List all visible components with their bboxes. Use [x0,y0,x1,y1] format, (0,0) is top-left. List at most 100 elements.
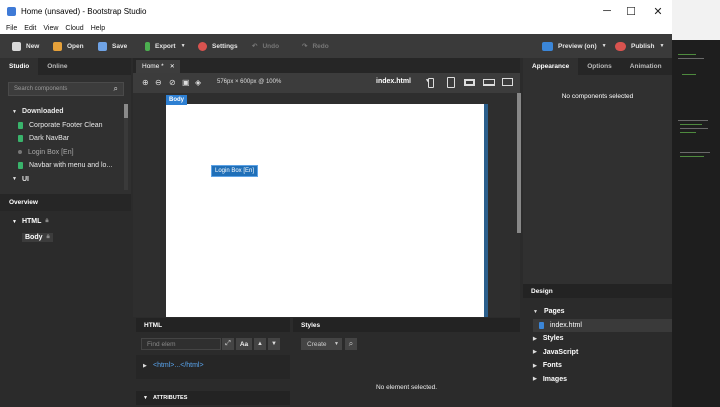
component-tree: ▼ Downloaded Corporate Footer Clean Dark… [0,105,131,186]
component-item[interactable]: Login Box [En] [0,146,131,160]
caret-right-icon: ▶ [143,363,147,369]
menu-edit[interactable]: Edit [24,25,36,32]
undo-icon: ↶ [252,43,258,50]
search-icon[interactable]: ⌕ [345,338,357,350]
open-button[interactable]: Open [53,34,84,58]
html-tree: ▶ <html>...</html> [136,355,290,379]
design-images-group[interactable]: ▶ Images [523,373,672,387]
tree-group-downloaded[interactable]: ▼ Downloaded [0,105,131,119]
publish-button[interactable]: Publish ▼ [615,34,664,58]
chevron-up-icon[interactable]: ▲ [254,338,266,350]
login-box-component[interactable]: Login Box [En] [211,165,259,177]
tab-studio[interactable]: Studio [0,58,39,75]
tab-home[interactable]: Home * ✕ [136,60,180,73]
caret-down-icon: ▼ [12,108,17,115]
caret-down-icon: ▼ [12,176,17,183]
find-element-input[interactable]: Find elem [141,338,221,350]
redo-button[interactable]: ↷ Redo [302,34,329,58]
body-tag-label[interactable]: Body [166,95,187,105]
no-element-message: No element selected. [375,384,438,391]
chevron-down-icon[interactable]: ▼ [331,338,342,350]
new-button[interactable]: New [12,34,39,58]
component-icon [18,135,23,143]
canvas-size-label[interactable]: 576px × 600px @ 100% [217,79,281,85]
right-panel-tabs: Appearance Options Animation [523,58,672,75]
desktop-icon[interactable] [502,78,513,86]
create-style-button[interactable]: Create [301,338,333,350]
overview-body-node[interactable]: Body 🔒︎ [22,233,53,242]
menu-cloud[interactable]: Cloud [65,25,83,32]
component-item[interactable]: Navbar with menu and lo... [0,159,131,173]
layers-icon[interactable]: ◈ [195,78,201,87]
export-icon [145,41,150,51]
caret-down-icon: ▼ [12,218,17,225]
page-item-index[interactable]: index.html [533,318,672,332]
save-icon [98,41,107,51]
overview-html-node[interactable]: ▼ HTML 🔒︎ [12,218,49,225]
tab-animation[interactable]: Animation [621,58,671,75]
html-panel: HTML Find elem ⤢ Aa ▲ ▼ ▶ <html>...</htm… [136,318,290,407]
caret-right-icon: ▶ [533,349,537,356]
file-select[interactable]: index.html [376,78,411,85]
app-window: Home (unsaved) - Bootstrap Studio ─ ☐ ✕ … [0,0,672,407]
save-button[interactable]: Save [98,34,127,58]
pick-element-icon[interactable]: ⤢ [222,338,234,350]
design-styles-group[interactable]: ▶ Styles [523,332,672,346]
undo-button[interactable]: ↶ Undo [252,34,279,58]
close-tab-icon[interactable]: ✕ [170,63,175,70]
tablet-icon[interactable] [447,77,455,88]
tree-group-ui[interactable]: ▼ UI [0,173,131,187]
tablet-landscape-icon[interactable] [464,79,475,86]
background-code-window [672,40,720,407]
settings-button[interactable]: Settings [198,34,238,58]
preview-button[interactable]: Preview (on) ▼ [542,34,607,58]
component-icon [18,162,23,170]
overview-tree: ▼ HTML 🔒︎ Body 🔒︎ [0,211,131,407]
export-button[interactable]: Export ▼ [145,34,186,58]
zoom-in-icon[interactable]: ⊕ [142,78,149,87]
caret-down-icon: ▼ [533,308,538,315]
design-pages-group[interactable]: ▼ Pages [523,305,672,319]
component-item[interactable]: Corporate Footer Clean [0,119,131,133]
attributes-header[interactable]: ▼ ATTRIBUTES [136,391,290,405]
cloud-icon [615,41,626,51]
page-preview[interactable] [166,104,488,317]
component-icon [18,121,23,129]
laptop-icon[interactable] [483,79,495,86]
caret-right-icon: ▶ [533,335,537,342]
tab-appearance[interactable]: Appearance [523,58,579,75]
folder-icon [53,41,62,51]
menu-help[interactable]: Help [91,25,105,32]
close-button[interactable]: ✕ [644,0,672,22]
html-root-node[interactable]: <html>...</html> [153,362,204,369]
search-components-input[interactable]: Search components ⌕ [8,82,124,96]
design-panel: Design ▼ Pages index.html ▶ Styles ▶ Jav… [523,284,672,407]
lock-icon: 🔒︎ [45,218,49,224]
disable-icon[interactable]: ⊘ [169,78,176,87]
chevron-down-icon: ▼ [659,43,665,49]
tab-online[interactable]: Online [38,58,76,75]
menu-bar: File Edit View Cloud Help [0,22,672,34]
component-icon [18,150,22,155]
chevron-down-icon[interactable]: ▼ [268,338,280,350]
component-item[interactable]: Dark NavBar [0,132,131,146]
canvas-toolbar: ⊕ ⊖ ⊘ ▣ ◈ 576px × 600px @ 100% index.htm… [133,73,520,93]
window-title: Home (unsaved) - Bootstrap Studio [21,6,147,16]
new-file-icon [12,41,21,51]
design-fonts-group[interactable]: ▶ Fonts [523,359,672,373]
menu-view[interactable]: View [43,25,58,32]
design-canvas: Body Login Box [En] [133,93,520,317]
canvas-scrollbar[interactable] [517,93,521,233]
tab-options[interactable]: Options [578,58,621,75]
maximize-button[interactable]: ☐ [617,0,645,22]
match-case-button[interactable]: Aa [236,338,252,350]
image-icon[interactable]: ▣ [182,78,190,87]
design-javascript-group[interactable]: ▶ JavaScript [523,346,672,360]
main-toolbar: New Open Save Export ▼ Settings ↶ Undo ↷… [0,34,672,58]
menu-file[interactable]: File [6,25,17,32]
component-list-scrollbar[interactable] [124,104,128,190]
phone-icon[interactable] [428,78,434,88]
caret-down-icon: ▼ [143,395,148,401]
no-components-message: No components selected [561,93,634,100]
zoom-out-icon[interactable]: ⊖ [155,78,162,87]
